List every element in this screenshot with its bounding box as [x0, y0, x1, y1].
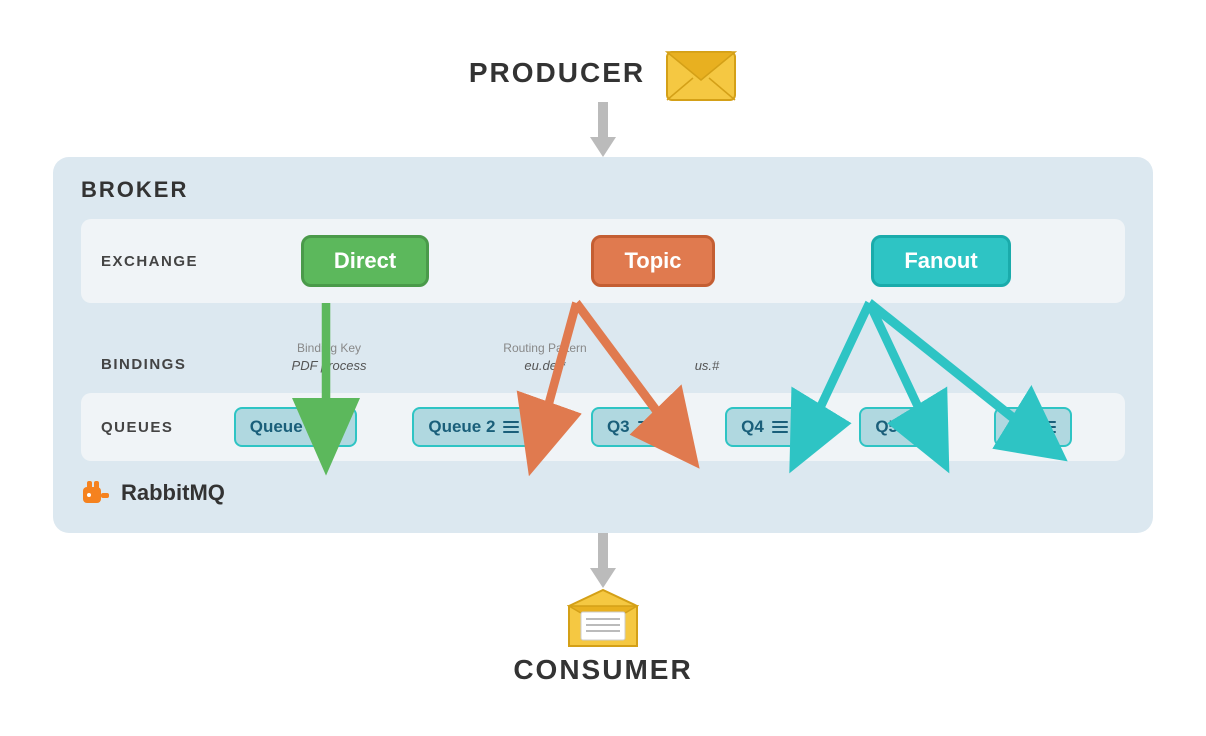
arrow-broker-to-consumer [590, 533, 616, 588]
producer-section: PRODUCER [469, 50, 737, 102]
queue-lines-icon [503, 421, 519, 433]
binding-key-title: Binding Key [297, 341, 361, 355]
queue-1: Queue 1 [234, 407, 357, 447]
rabbitmq-icon [81, 477, 113, 509]
bindings-section-label: BINDINGS [101, 356, 201, 373]
rabbitmq-label: RabbitMQ [121, 480, 225, 506]
consumer-label: CONSUMER [513, 654, 692, 686]
exchange-fanout-badge: Fanout [871, 235, 1010, 287]
consumer-section: CONSUMER [513, 588, 692, 686]
bindings-content: Binding Key PDF process Routing Pattern … [201, 341, 1105, 373]
queue-q3: Q3 [591, 407, 670, 447]
queues-row: QUEUES Queue 1 Queue 2 [81, 393, 1125, 461]
queue-q4: Q4 [725, 407, 804, 447]
routing-pattern-value: eu.de.* [524, 358, 565, 373]
routing-pattern-title: Routing Pattern [503, 341, 586, 355]
queue-q6: Q6 [994, 407, 1073, 447]
rabbitmq-logo: RabbitMQ [81, 477, 1125, 509]
exchange-section-label: EXCHANGE [101, 253, 201, 270]
producer-label: PRODUCER [469, 57, 645, 89]
queue-lines-icon [638, 421, 654, 433]
queue-lines-icon [772, 421, 788, 433]
arrow-producer-to-broker [590, 102, 616, 157]
binding-key-value: PDF process [292, 358, 367, 373]
queue-2: Queue 2 [412, 407, 535, 447]
broker-box: BROKER EXCHANGE Direct Topic Fa [53, 157, 1153, 533]
producer-envelope-icon [665, 50, 737, 102]
queues-content: Queue 1 Queue 2 Q3 [201, 407, 1105, 447]
consumer-envelope-icon [567, 588, 639, 648]
exchange-direct-badge: Direct [301, 235, 429, 287]
queues-section-label: QUEUES [101, 419, 201, 436]
exchange-topic-badge: Topic [591, 235, 714, 287]
queue-lines-icon [325, 421, 341, 433]
queue-q5: Q5 [859, 407, 938, 447]
queue-lines-icon [1040, 421, 1056, 433]
broker-label: BROKER [81, 177, 1125, 203]
bindings-row: BINDINGS Binding Key PDF process Routing… [81, 303, 1125, 383]
bindings-queues-area: BINDINGS Binding Key PDF process Routing… [81, 303, 1125, 461]
diagram-wrapper: PRODUCER BROKER EXCHANGE Direct [53, 50, 1153, 686]
queue-lines-icon [906, 421, 922, 433]
exchange-badges: Direct Topic Fanout [201, 235, 1105, 287]
exchange-row: EXCHANGE Direct Topic Fanout [81, 219, 1125, 303]
routing-pattern-value2: us.# [695, 358, 720, 373]
